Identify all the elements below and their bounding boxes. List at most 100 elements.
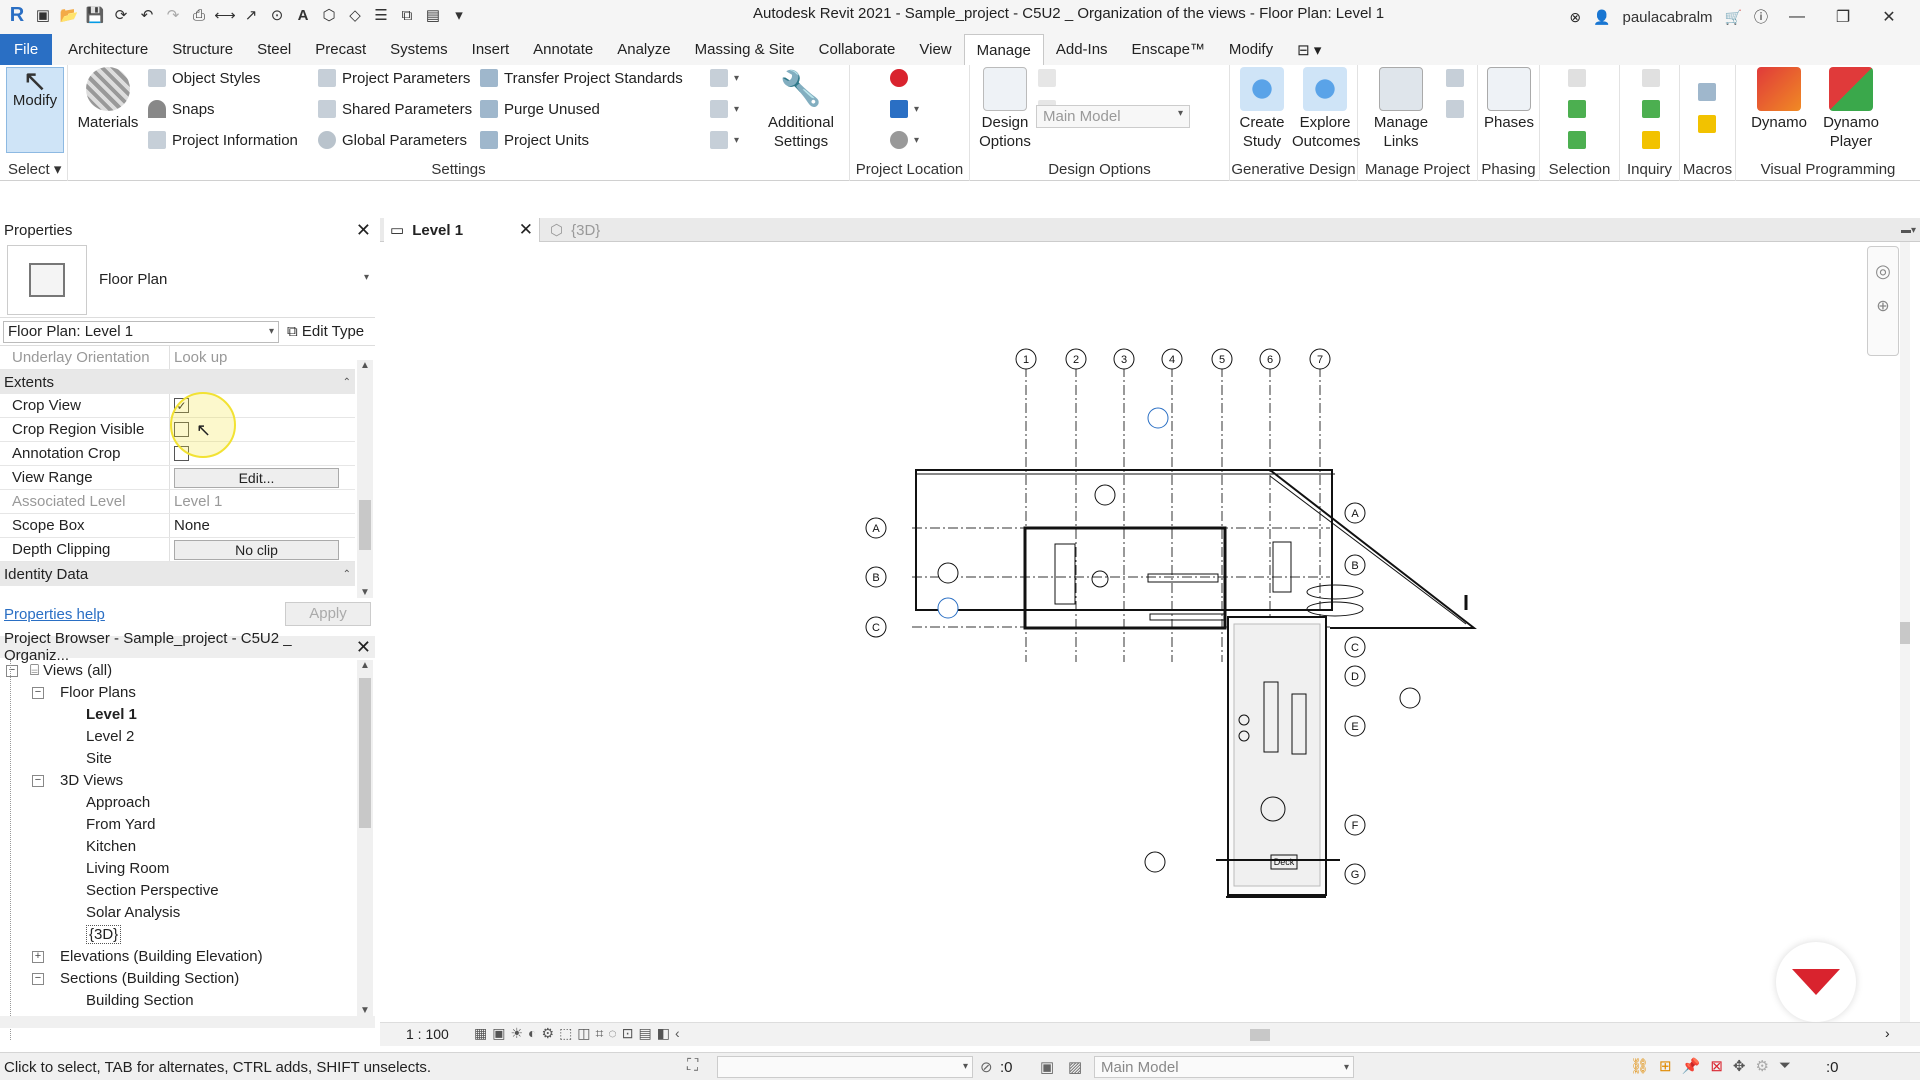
macro-security-button[interactable] bbox=[1698, 115, 1716, 133]
tree-item-living-room[interactable]: Living Room bbox=[0, 858, 355, 880]
shadows-icon[interactable]: ◐ bbox=[528, 1025, 536, 1042]
crop-view-icon[interactable]: ⬚ bbox=[559, 1025, 572, 1042]
tree-item-3d[interactable]: {3D} bbox=[0, 924, 355, 946]
tab-modify[interactable]: Modify bbox=[1217, 34, 1285, 65]
redo-icon[interactable]: ↷ bbox=[162, 4, 184, 26]
modify-button[interactable]: ↖ Modify bbox=[6, 67, 64, 153]
drawing-area[interactable]: 1 2 3 4 5 6 7 A B C A B C D E F G Deck ◎… bbox=[380, 242, 1910, 1022]
tab-collaborate[interactable]: Collaborate bbox=[807, 34, 908, 65]
restore-button[interactable]: ❐ bbox=[1826, 7, 1860, 27]
tree-node-3d-views[interactable]: − 3D Views bbox=[0, 770, 355, 792]
worksets-icon[interactable]: ⛶ bbox=[687, 1057, 698, 1075]
tree-item-site[interactable]: Site bbox=[0, 748, 355, 770]
collapse-icon[interactable]: − bbox=[32, 775, 44, 787]
home-icon[interactable]: ▣ bbox=[32, 4, 54, 26]
visual-style-icon[interactable]: ▣ bbox=[492, 1025, 505, 1042]
analytical-model-icon[interactable]: ◧ bbox=[657, 1025, 670, 1042]
select-pinned-icon[interactable]: 📌 bbox=[1682, 1057, 1701, 1075]
select-dropdown[interactable]: Select ▾ bbox=[0, 160, 67, 178]
save-icon[interactable]: 💾 bbox=[84, 4, 106, 26]
extents-section[interactable]: Extents ⌃ bbox=[0, 370, 355, 394]
warnings-button[interactable] bbox=[1642, 131, 1660, 149]
explore-outcomes-button[interactable]: Explore Outcomes bbox=[1292, 67, 1360, 151]
tab-3d[interactable]: ⬡ {3D} bbox=[546, 218, 600, 242]
select-links-icon[interactable]: ⛓ bbox=[1630, 1057, 1649, 1075]
project-units-button[interactable]: Project Units bbox=[480, 131, 589, 149]
drag-elements-icon[interactable]: ✥ bbox=[1733, 1057, 1746, 1075]
phases-button[interactable]: Phases bbox=[1480, 67, 1538, 132]
create-study-button[interactable]: Create Study bbox=[1232, 67, 1292, 151]
tab-level-1[interactable]: ▭ Level 1 ✕ bbox=[384, 218, 540, 242]
shared-parameters-button[interactable]: Shared Parameters bbox=[318, 100, 472, 118]
edit-type-button[interactable]: ⧉ Edit Type bbox=[287, 323, 364, 340]
worksharing-display-icon[interactable]: ▤ bbox=[638, 1025, 651, 1042]
tab-add-ins[interactable]: Add-Ins bbox=[1044, 34, 1120, 65]
tree-item-kitchen[interactable]: Kitchen bbox=[0, 836, 355, 858]
canvas-hscroll-thumb[interactable] bbox=[1250, 1029, 1270, 1041]
tree-item-approach[interactable]: Approach bbox=[0, 792, 355, 814]
tab-view[interactable]: View bbox=[907, 34, 963, 65]
structural-settings-button[interactable]: ▾ bbox=[710, 69, 739, 87]
manage-links-button[interactable]: Manage Links bbox=[1368, 67, 1434, 151]
tree-item-solar-analysis[interactable]: Solar Analysis bbox=[0, 902, 355, 924]
tree-item-from-yard[interactable]: From Yard bbox=[0, 814, 355, 836]
collapse-icon[interactable]: − bbox=[6, 665, 18, 677]
minimize-button[interactable]: — bbox=[1780, 8, 1814, 26]
switch-windows-icon[interactable]: ▤ bbox=[422, 4, 444, 26]
project-information-button[interactable]: Project Information bbox=[148, 131, 298, 149]
snaps-button[interactable]: Snaps bbox=[148, 100, 215, 118]
canvas-vscrollbar[interactable] bbox=[1900, 242, 1910, 1022]
materials-button[interactable]: Materials bbox=[76, 67, 140, 132]
expand-icon[interactable]: + bbox=[32, 951, 44, 963]
select-by-id-button[interactable] bbox=[1642, 100, 1660, 118]
tab-enscape[interactable]: Enscape™ bbox=[1120, 34, 1217, 65]
text-icon[interactable]: A bbox=[292, 4, 314, 26]
depth-clipping-button[interactable]: No clip bbox=[174, 539, 339, 560]
cart-icon[interactable]: 🛒 bbox=[1725, 9, 1742, 26]
tree-node-sections[interactable]: − Sections (Building Section) bbox=[0, 968, 355, 990]
properties-scrollbar[interactable]: ▲ ▼ bbox=[357, 360, 373, 598]
workset-select[interactable]: ▾ bbox=[717, 1056, 973, 1078]
tree-node-views[interactable]: − ⌸ Views (all) bbox=[0, 660, 355, 682]
purge-unused-button[interactable]: Purge Unused bbox=[480, 100, 600, 118]
add-to-set-button[interactable] bbox=[1038, 69, 1056, 87]
tabs-menu-icon[interactable]: ▬▾ bbox=[1901, 218, 1916, 242]
scroll-right-icon[interactable]: › bbox=[1885, 1025, 1890, 1041]
editable-only-icon[interactable]: ⊘ bbox=[980, 1058, 993, 1076]
design-option-combo[interactable]: Main Model ▾ bbox=[1036, 105, 1190, 128]
user-name[interactable]: paulacabralm bbox=[1623, 9, 1713, 26]
dynamo-button[interactable]: Dynamo bbox=[1746, 67, 1812, 132]
collapse-icon[interactable]: − bbox=[32, 973, 44, 985]
ids-of-selection-button[interactable] bbox=[1642, 69, 1660, 87]
type-selector-dropdown-icon[interactable]: ▾ bbox=[364, 272, 369, 283]
view-scale[interactable]: 1 : 100 bbox=[406, 1026, 449, 1042]
filter-icon[interactable]: ⏷ bbox=[1779, 1057, 1791, 1075]
tab-systems[interactable]: Systems bbox=[378, 34, 460, 65]
3d-view-icon[interactable]: ⬡ bbox=[318, 4, 340, 26]
binoculars-icon[interactable]: ⊗ bbox=[1569, 9, 1581, 26]
close-tab-icon[interactable]: ✕ bbox=[519, 220, 533, 240]
tab-precast[interactable]: Precast bbox=[303, 34, 378, 65]
close-browser-icon[interactable]: ✕ bbox=[356, 637, 371, 658]
select-underlay-icon[interactable]: ⊞ bbox=[1659, 1057, 1672, 1075]
steering-wheel-icon[interactable]: ◎ bbox=[1868, 261, 1898, 282]
tab-structure[interactable]: Structure bbox=[160, 34, 245, 65]
tab-insert[interactable]: Insert bbox=[460, 34, 522, 65]
browser-hscrollbar[interactable] bbox=[0, 1016, 375, 1028]
identity-data-section[interactable]: Identity Data ⌃ bbox=[0, 562, 355, 586]
additional-settings-button[interactable]: 🔧 Additional Settings bbox=[758, 67, 844, 151]
save-selection-button[interactable] bbox=[1568, 69, 1586, 87]
macro-manager-button[interactable] bbox=[1698, 83, 1716, 101]
design-options-status-icon[interactable]: ▣ bbox=[1040, 1058, 1054, 1076]
open-icon[interactable]: 📂 bbox=[58, 4, 80, 26]
customize-qat-icon[interactable]: ▾ bbox=[448, 4, 470, 26]
tree-node-elevations[interactable]: + Elevations (Building Elevation) bbox=[0, 946, 355, 968]
dynamo-player-button[interactable]: Dynamo Player bbox=[1816, 67, 1886, 151]
mep-settings-button[interactable]: ▾ bbox=[710, 100, 739, 118]
type-selector[interactable]: Floor Plan ▾ bbox=[0, 242, 375, 318]
load-selection-button[interactable] bbox=[1568, 100, 1586, 118]
rendering-icon[interactable]: ⚙ bbox=[542, 1025, 555, 1042]
scroll-left-icon[interactable]: ‹ bbox=[675, 1025, 680, 1042]
show-crop-region-icon[interactable]: ◫ bbox=[577, 1025, 590, 1042]
tab-file[interactable]: File bbox=[0, 34, 53, 65]
